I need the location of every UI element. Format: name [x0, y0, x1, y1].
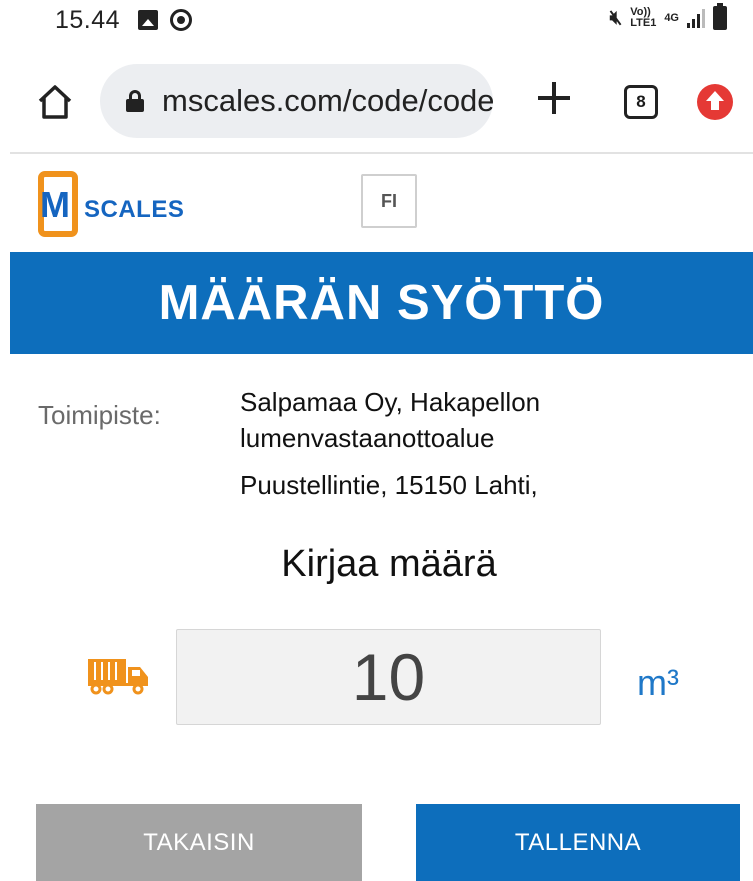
status-indicators: 🔇︎ Vo)) LTE1 4G: [609, 3, 727, 30]
network-type: 4G: [664, 12, 679, 24]
truck-icon: [88, 659, 148, 695]
logo-letter: M: [40, 184, 70, 225]
lte-label: LTE1: [630, 17, 657, 29]
logo-text: SCALES: [84, 196, 185, 223]
status-time: 15.44: [55, 6, 121, 34]
tab-switcher-button[interactable]: 8: [624, 85, 658, 119]
location-label: Toimipiste:: [38, 400, 161, 430]
status-bar: 15.44 🔇︎ Vo)) LTE1 4G: [0, 0, 753, 44]
gallery-notification-icon: [138, 10, 158, 30]
signal-strength-icon: [687, 8, 705, 28]
mute-icon: 🔇︎: [609, 6, 623, 29]
lock-icon: [126, 90, 144, 112]
language-button[interactable]: FI: [361, 174, 417, 228]
location-address: Puustellintie, 15150 Lahti,: [240, 470, 538, 500]
unit-label: m³: [637, 662, 679, 703]
title-banner: MÄÄRÄN SYÖTTÖ: [10, 252, 753, 354]
location-name: Salpamaa Oy, Hakapellon lumenvastaanotto…: [240, 387, 541, 453]
quantity-input[interactable]: [176, 629, 601, 725]
sync-notification-icon: [170, 9, 192, 31]
update-icon[interactable]: [697, 84, 733, 120]
address-bar[interactable]: mscales.com/code/code: [100, 64, 493, 138]
battery-icon: [713, 3, 727, 30]
volte-indicator: Vo)) LTE1: [630, 7, 656, 29]
mscales-logo[interactable]: M SCALES: [38, 171, 184, 237]
new-tab-icon[interactable]: [536, 80, 572, 116]
back-button[interactable]: TAKAISIN: [36, 804, 362, 881]
home-icon[interactable]: [36, 84, 74, 120]
page-title: MÄÄRÄN SYÖTTÖ: [158, 276, 605, 330]
browser-toolbar: mscales.com/code/code 8: [0, 60, 753, 146]
url-text: mscales.com/code/code: [162, 83, 493, 118]
browser-divider: [10, 152, 753, 154]
save-button[interactable]: TALLENNA: [416, 804, 740, 881]
quantity-prompt: Kirjaa määrä: [281, 543, 497, 585]
